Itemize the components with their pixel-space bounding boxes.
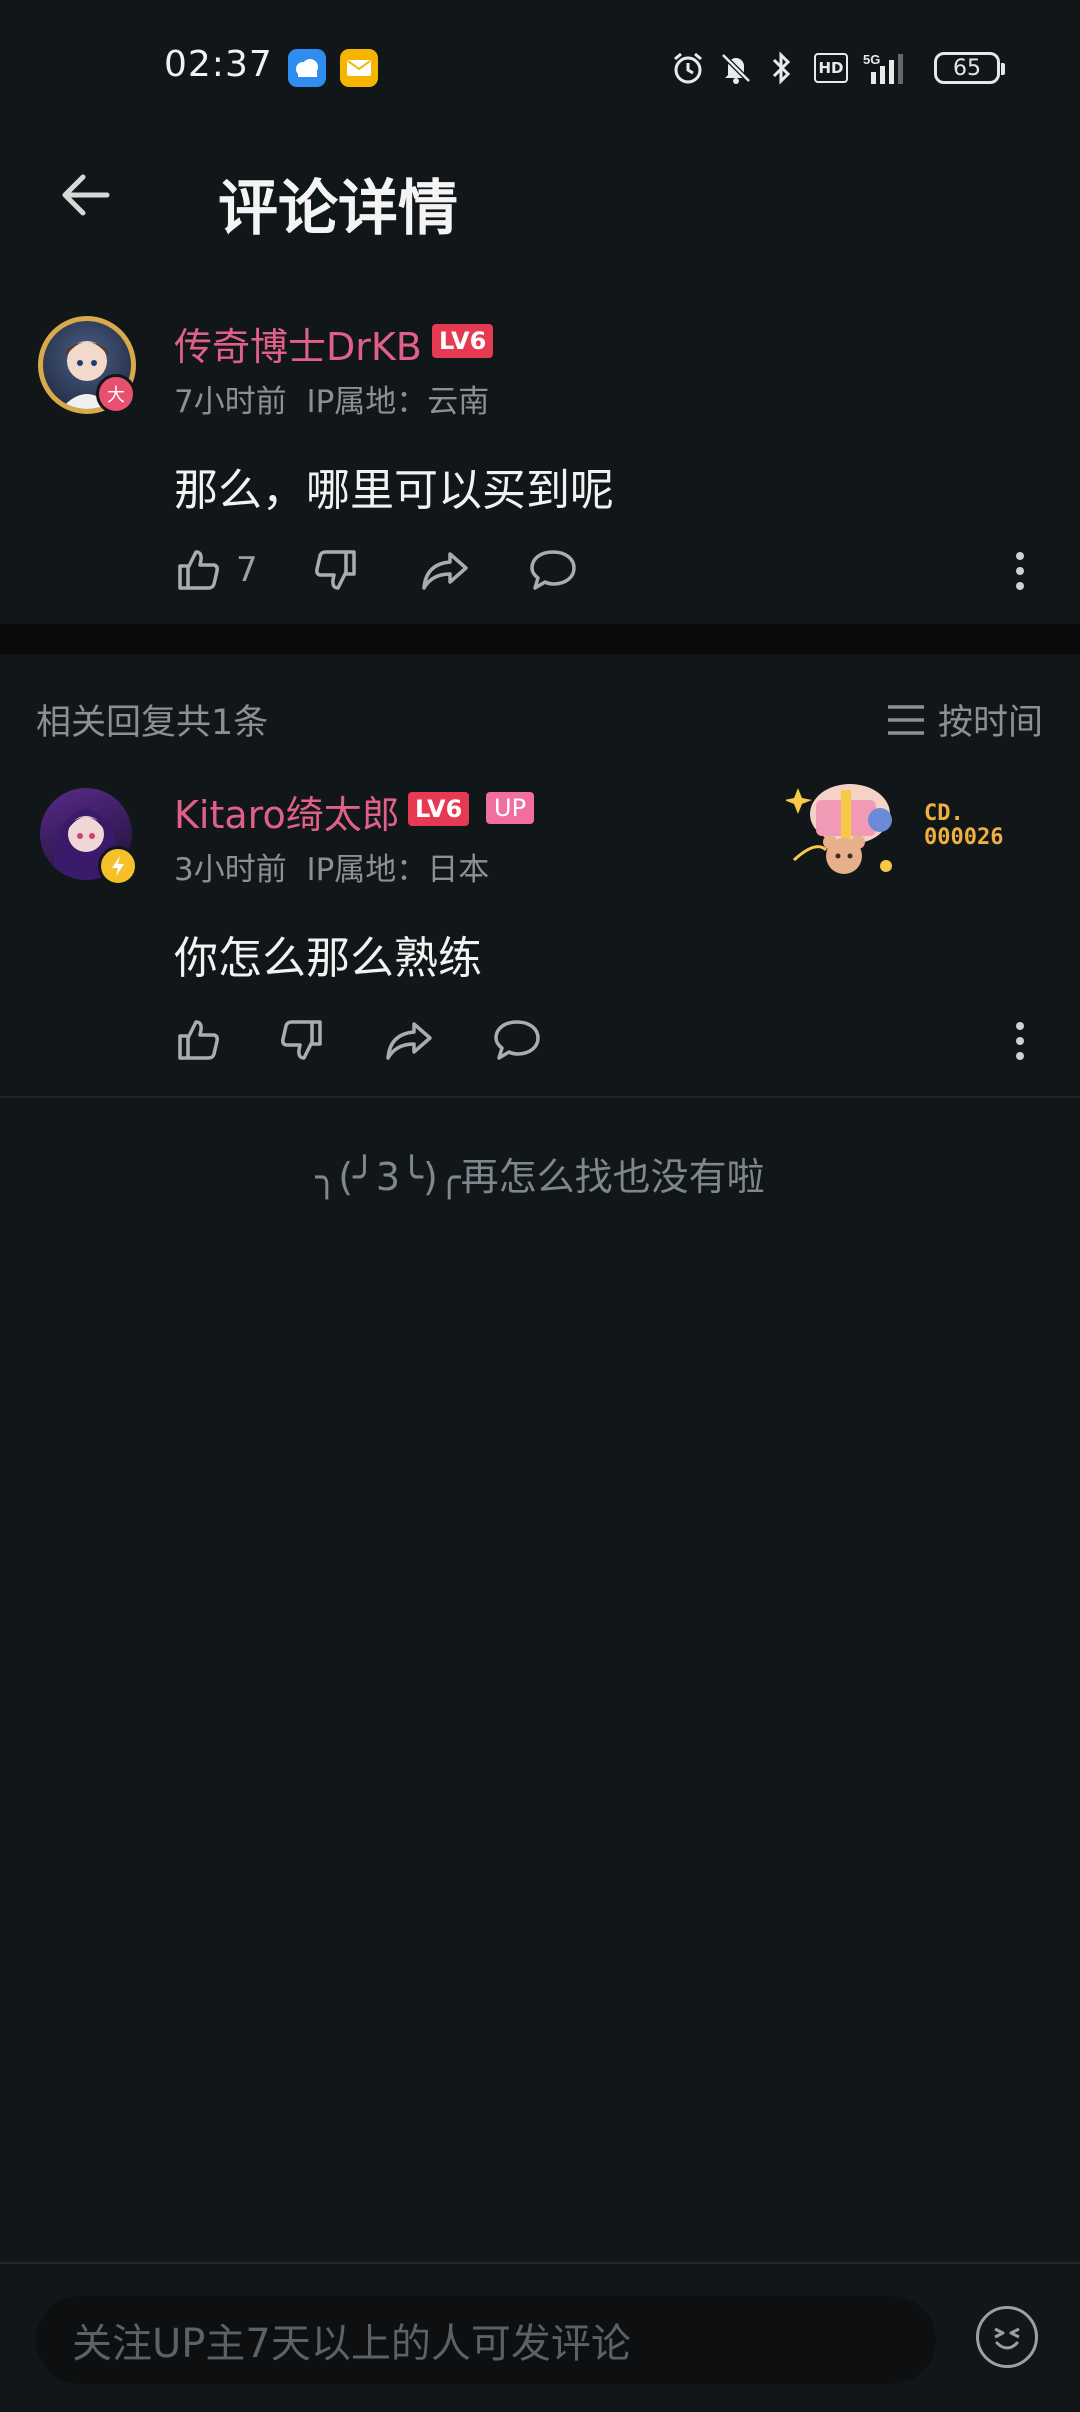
hd-icon: HD [814,48,848,88]
reply-more-options-button[interactable] [1002,1018,1038,1064]
dislike-button[interactable] [312,546,360,594]
reply-time: 3小时前 [174,852,287,888]
thumb-down-icon [281,1020,322,1060]
comment-icon [530,550,576,590]
share-button[interactable] [420,546,470,594]
fan-card-number: CD. 000026 [924,802,1003,850]
page-title: 评论详情 [218,174,458,244]
fan-card-id: 000026 [924,825,1004,850]
mute-icon [718,48,754,88]
section-divider [0,624,1080,654]
comment-input[interactable]: 关注UP主7天以上的人可发评论 [36,2296,936,2384]
comment-username[interactable]: 传奇博士DrKB [174,316,422,371]
vip-badge: 大 [96,374,136,414]
like-button[interactable]: 7 [174,546,258,594]
level-badge: LV6 [432,324,494,358]
reply-ip: IP属地：日本 [306,852,490,888]
share-icon [422,552,468,590]
fan-card-sticker[interactable] [784,770,906,882]
comment-meta: 7小时前 IP属地：云南 [174,376,489,421]
comment-time: 7小时前 [174,384,287,420]
fan-card-label: CD. [924,801,964,826]
reply-username[interactable]: Kitaro绮太郎 [174,784,400,839]
sort-button[interactable]: 按时间 [886,694,1043,745]
reply-comment-button[interactable] [492,1016,542,1064]
comment-ip: IP属地：云南 [306,384,490,420]
sort-label: 按时间 [938,703,1044,743]
status-time: 02:37 [164,44,273,85]
comment-icon [494,1020,540,1060]
arrow-left-icon [62,174,110,216]
weather-app-icon [288,49,326,87]
reply-text: 你怎么那么熟练 [174,933,482,984]
more-vertical-icon [1016,552,1024,590]
emoji-icon [994,2327,1020,2350]
bluetooth-icon [764,48,800,88]
reply-level-badge: LV6 [408,792,470,826]
mail-app-icon [340,49,378,87]
reply-dislike-button[interactable] [278,1016,326,1064]
emoji-button[interactable] [976,2306,1038,2368]
lightning-badge-icon [98,846,138,886]
sort-list-icon [888,704,924,735]
share-icon [386,1022,432,1060]
up-badge: UP [486,792,535,824]
status-bar: 02:37 HD 5G 65 [0,0,1080,130]
like-count: 7 [236,550,258,590]
alarm-icon [670,48,706,88]
end-of-list-message: ╮(╯3╰)╭再怎么找也没有啦 [315,1155,765,1199]
more-vertical-icon [1016,1022,1024,1060]
svg-text:5G: 5G [863,52,880,67]
more-options-button[interactable] [1002,548,1038,594]
reply-like-button[interactable] [174,1016,222,1064]
back-button[interactable] [50,160,120,230]
thumb-up-icon [178,550,219,590]
replies-count-label: 相关回复共1条 [36,703,269,743]
thumb-up-icon [178,1020,219,1060]
reply-meta: 3小时前 IP属地：日本 [174,844,489,889]
5g-signal-icon: 5G [860,48,920,88]
thumb-down-icon [315,550,356,590]
gift-bear-sticker-icon [784,784,892,874]
reply-share-button[interactable] [384,1016,434,1064]
battery-icon: 65 [934,52,1005,84]
comment-text: 那么，哪里可以买到呢 [174,465,614,516]
list-divider [0,1096,1080,1098]
reply-button[interactable] [528,546,578,594]
